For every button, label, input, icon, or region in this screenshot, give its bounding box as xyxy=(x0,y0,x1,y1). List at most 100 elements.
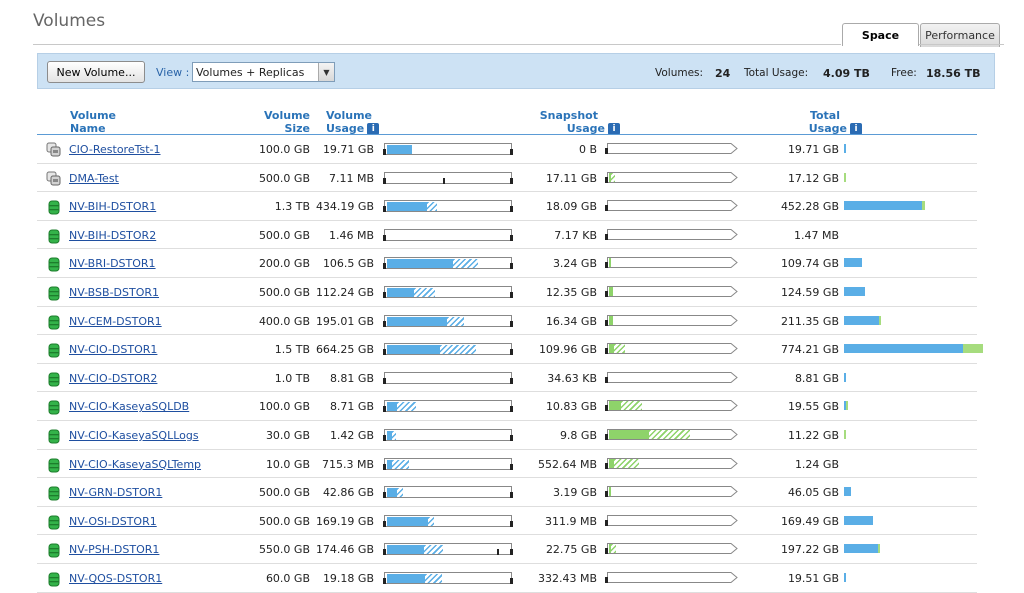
bar-end-marker xyxy=(510,578,513,584)
snapshot-usage: 311.9 MB xyxy=(544,514,597,528)
volume-usage-bar xyxy=(383,371,513,384)
view-select-value: Volumes + Replicas xyxy=(196,66,305,79)
table-row: NV-BIH-DSTOR1 1.3 TB 434.19 GB 18.09 GB 452.… xyxy=(37,192,977,221)
bar-start-marker xyxy=(605,434,608,440)
snapshot-used-fill xyxy=(609,487,612,497)
volume-name-link[interactable]: NV-CIO-KaseyaSQLDB xyxy=(69,400,189,413)
volume-icon xyxy=(46,571,62,587)
volume-usage: 195.01 GB xyxy=(315,314,374,328)
volume-size: 200.0 GB xyxy=(258,257,310,271)
total-volume-fill xyxy=(844,372,846,382)
tab-space[interactable]: Space xyxy=(842,23,919,46)
snapshot-usage: 7.17 KB xyxy=(554,228,597,242)
volume-size: 500.0 GB xyxy=(258,286,310,299)
volume-name-link[interactable]: DMA-Test xyxy=(69,172,119,185)
volume-usage-bar xyxy=(383,286,513,298)
volume-name-link[interactable]: NV-CIO-KaseyaSQLLogs xyxy=(69,429,199,442)
volumes-count-value: 24 xyxy=(715,67,731,80)
bar-outline xyxy=(385,171,511,173)
volume-name-link[interactable]: NV-GRN-DSTOR1 xyxy=(69,486,162,499)
volume-usage-bar xyxy=(383,257,513,270)
volume-usage-bar xyxy=(383,400,513,413)
volume-usage-bar xyxy=(383,572,513,584)
volume-name-link[interactable]: NV-QOS-DSTOR1 xyxy=(69,572,162,585)
snapshot-usage-bar xyxy=(605,171,738,183)
total-volume-fill xyxy=(844,201,923,211)
volume-reserve-fill xyxy=(414,288,436,297)
volume-used-fill xyxy=(387,545,425,555)
volume-usage: 42.86 GB xyxy=(322,486,374,500)
new-volume-button[interactable]: New Volume... xyxy=(47,61,145,83)
volume-name-link[interactable]: NV-BSB-DSTOR1 xyxy=(69,286,159,299)
volume-size: 400.0 GB xyxy=(258,314,310,328)
snapshot-usage-bar xyxy=(605,286,738,297)
view-select[interactable]: Volumes + Replicas ▼ xyxy=(192,62,335,82)
volume-name-link[interactable]: NV-PSH-DSTOR1 xyxy=(69,543,159,556)
snapshot-usage-bar xyxy=(605,514,738,526)
volume-size: 500.0 GB xyxy=(258,228,310,242)
bar-outline xyxy=(385,143,511,144)
snapshot-usage-bar xyxy=(605,572,738,583)
bar-start-marker xyxy=(605,519,608,526)
warning-threshold-marker xyxy=(443,177,446,184)
snapshot-usage-bar xyxy=(605,314,738,326)
volume-size: 30.0 GB xyxy=(265,429,310,442)
volume-name-link[interactable]: NV-CIO-KaseyaSQLTemp xyxy=(69,458,201,471)
bar-start-marker xyxy=(605,491,608,498)
volume-usage-bar xyxy=(383,143,513,155)
snapshot-usage: 16.34 GB xyxy=(545,314,597,328)
column-header-volume-size[interactable]: Volume Size xyxy=(258,109,310,135)
volume-used-fill xyxy=(387,574,426,583)
column-header-volume-usage[interactable]: Volume Usage i xyxy=(326,109,380,135)
volume-used-fill xyxy=(387,516,428,526)
bar-start-marker xyxy=(383,549,386,556)
volume-name-link[interactable]: NV-CEM-DSTOR1 xyxy=(69,315,162,328)
total-snapshot-fill xyxy=(922,201,925,211)
volume-usage-bar xyxy=(383,314,513,327)
total-volume-fill xyxy=(844,344,963,354)
total-volume-fill xyxy=(844,258,863,268)
volume-usage-bar xyxy=(383,486,513,499)
bar-start-marker xyxy=(383,492,386,499)
volume-name-link[interactable]: NV-BRI-DSTOR1 xyxy=(69,257,156,270)
table-row: NV-OSI-DSTOR1 500.0 GB 169.19 GB 311.9 MB 16… xyxy=(37,507,977,536)
volume-usage: 8.81 GB xyxy=(329,371,374,385)
volume-icon xyxy=(46,199,62,215)
volume-size: 500.0 GB xyxy=(258,171,310,185)
total-usage-bar xyxy=(844,487,851,497)
volume-size: 1.3 TB xyxy=(274,200,310,214)
volume-usage-bar xyxy=(383,429,513,441)
volume-size: 500.0 GB xyxy=(258,486,310,500)
bar-end-marker xyxy=(510,292,513,298)
bar-start-marker xyxy=(383,177,386,184)
bar-start-marker xyxy=(605,348,608,355)
total-usage-bar xyxy=(844,144,847,153)
column-header-total-usage[interactable]: Total Usage i xyxy=(790,109,862,135)
volume-name-link[interactable]: CIO-RestoreTst-1 xyxy=(69,143,161,156)
bar-end-marker xyxy=(510,349,513,356)
total-usage: 124.59 GB xyxy=(780,286,839,299)
bar-start-marker xyxy=(605,262,608,269)
column-header-volume-name[interactable]: Volume Name xyxy=(70,109,116,135)
bar-outline xyxy=(385,200,511,202)
table-row: NV-GRN-DSTOR1 500.0 GB 42.86 GB 3.19 GB 46.0… xyxy=(37,478,977,507)
bar-start-marker xyxy=(383,520,386,527)
volume-usage-bar xyxy=(383,228,513,241)
chevron-down-icon[interactable]: ▼ xyxy=(318,63,334,81)
bar-start-marker xyxy=(383,206,386,213)
volume-icon xyxy=(46,371,62,387)
total-usage: 19.71 GB xyxy=(787,143,839,156)
page-title: Volumes xyxy=(33,11,106,31)
volume-usage: 715.3 MB xyxy=(321,457,374,471)
total-usage-bar xyxy=(844,287,865,296)
bar-start-marker xyxy=(383,149,386,155)
volume-name-link[interactable]: NV-BIH-DSTOR2 xyxy=(69,229,156,242)
column-header-snapshot-usage[interactable]: Snapshot Usage i xyxy=(538,109,620,135)
volume-name-link[interactable]: NV-CIO-DSTOR2 xyxy=(69,372,157,385)
volume-name-link[interactable]: NV-OSI-DSTOR1 xyxy=(69,515,157,528)
volume-name-link[interactable]: NV-CIO-DSTOR1 xyxy=(69,343,157,356)
snapshot-usage: 3.24 GB xyxy=(552,257,597,271)
free-label: Free: xyxy=(891,67,917,79)
volume-icon xyxy=(46,457,62,473)
volume-name-link[interactable]: NV-BIH-DSTOR1 xyxy=(69,200,156,213)
